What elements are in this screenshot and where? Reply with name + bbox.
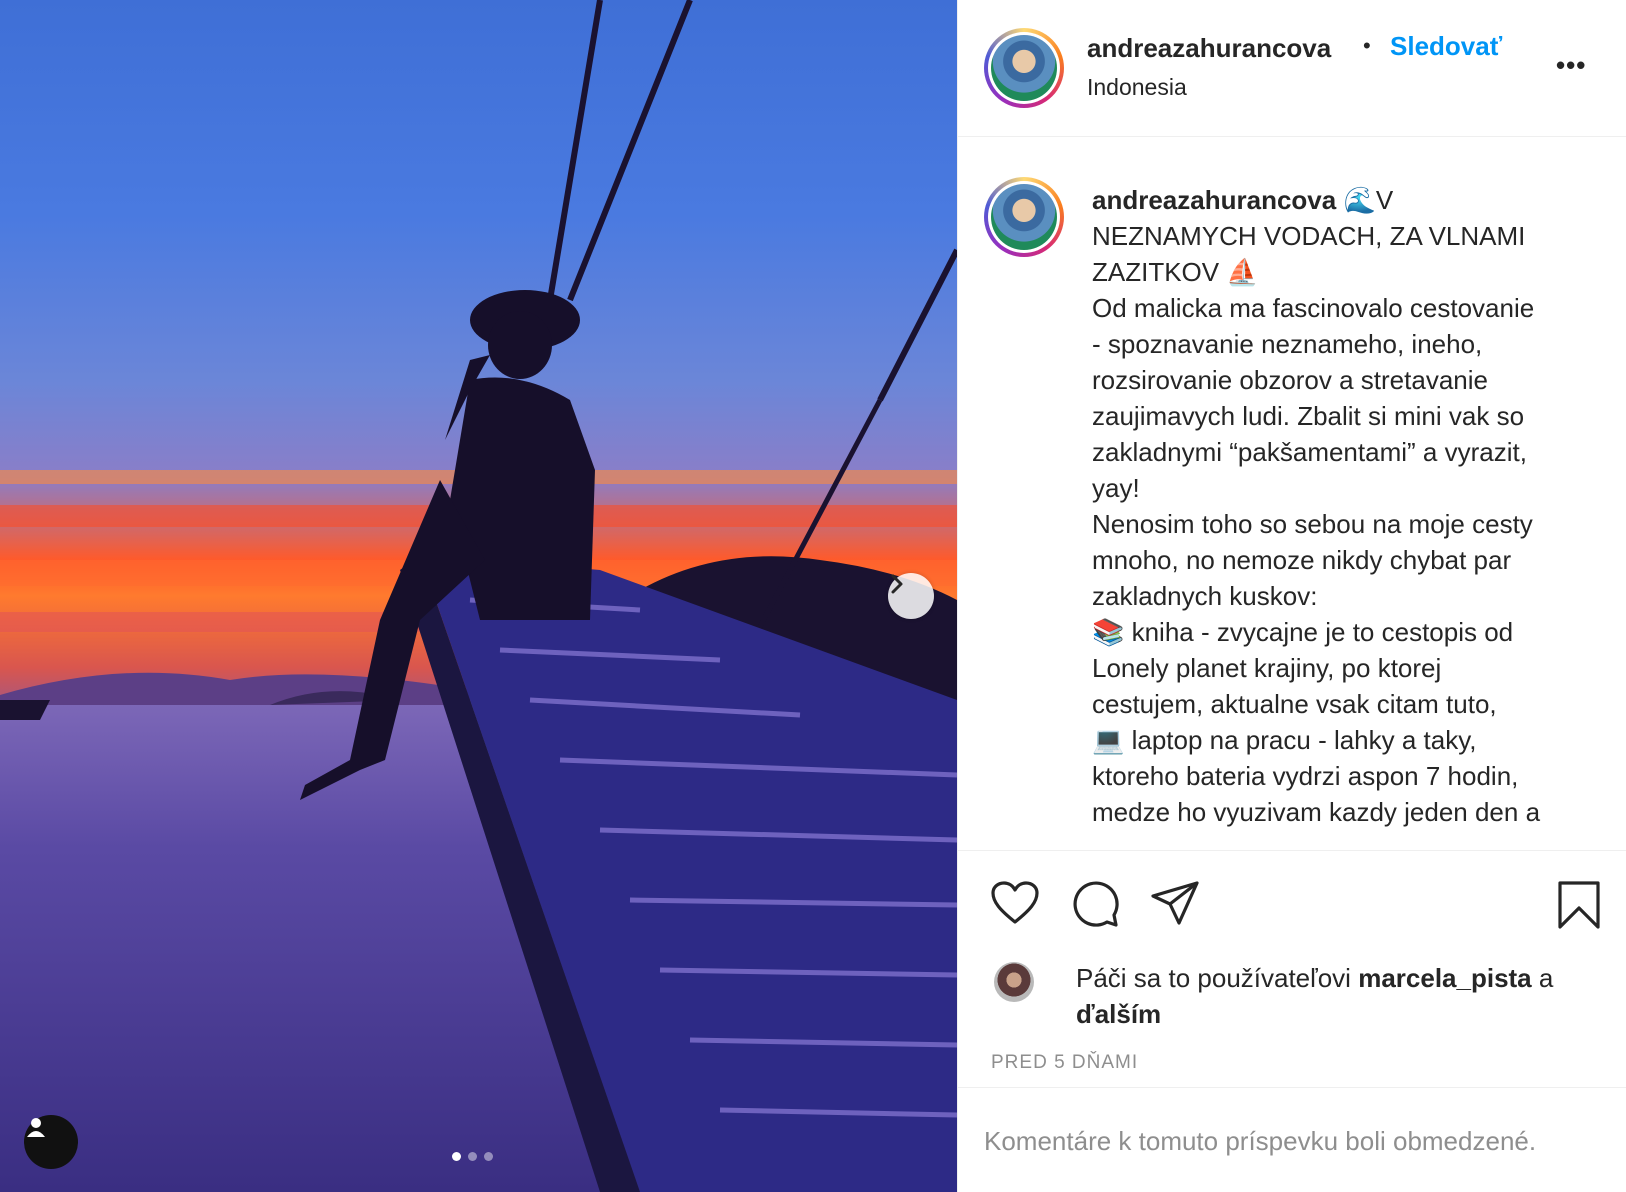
user-icon xyxy=(27,1118,45,1137)
post-location[interactable]: Indonesia xyxy=(1087,74,1187,101)
post-caption: andreazahurancova 🌊V NEZNAMYCH VODACH, Z… xyxy=(1092,182,1592,830)
separator-dot: • xyxy=(1363,33,1371,58)
next-slide-button[interactable] xyxy=(888,573,934,619)
caption-author-avatar[interactable] xyxy=(984,177,1064,257)
follow-button[interactable]: Sledovať xyxy=(1390,31,1502,62)
caption-username[interactable]: andreazahurancova xyxy=(1092,185,1336,215)
like-button[interactable] xyxy=(990,880,1040,931)
photo-scene xyxy=(0,0,957,1192)
post-header: andreazahurancova • Sledovať Indonesia •… xyxy=(958,0,1626,137)
likes-and: a xyxy=(1538,963,1554,993)
carousel-dot xyxy=(484,1152,493,1161)
save-button[interactable] xyxy=(1556,880,1602,935)
likes-others-link[interactable]: ďalším xyxy=(1076,999,1161,1029)
post-side-panel: andreazahurancova • Sledovať Indonesia •… xyxy=(957,0,1626,1192)
comment-icon xyxy=(1073,881,1119,927)
author-username[interactable]: andreazahurancova xyxy=(1087,33,1331,64)
liker-avatar[interactable] xyxy=(994,962,1034,1002)
post-photo[interactable] xyxy=(0,0,957,1192)
comments-disabled-notice: Komentáre k tomuto príspevku boli obmedz… xyxy=(984,1126,1537,1156)
comment-button[interactable] xyxy=(1070,880,1120,933)
post-timestamp[interactable]: PRED 5 DŇAMI xyxy=(991,1052,1138,1074)
tagged-users-button[interactable] xyxy=(24,1115,78,1169)
more-options-button[interactable]: ••• xyxy=(1556,50,1586,81)
share-button[interactable] xyxy=(1150,880,1200,931)
liker-username[interactable]: marcela_pista xyxy=(1358,963,1531,993)
bookmark-icon xyxy=(1558,881,1600,929)
author-avatar[interactable] xyxy=(984,28,1064,108)
carousel-dot-active xyxy=(452,1152,461,1161)
caption-area: andreazahurancova 🌊V NEZNAMYCH VODACH, Z… xyxy=(958,137,1626,849)
actions-divider xyxy=(958,850,1626,851)
heart-icon xyxy=(991,881,1039,924)
likes-prefix: Páči sa to používateľovi xyxy=(1076,963,1351,993)
carousel-indicator xyxy=(452,1152,493,1161)
share-icon xyxy=(1151,881,1199,925)
chevron-right-icon xyxy=(891,574,903,594)
carousel-dot xyxy=(468,1152,477,1161)
caption-body: 🌊V NEZNAMYCH VODACH, ZA VLNAMI ZAZITKOV … xyxy=(1092,185,1541,827)
comment-divider xyxy=(958,1087,1626,1088)
